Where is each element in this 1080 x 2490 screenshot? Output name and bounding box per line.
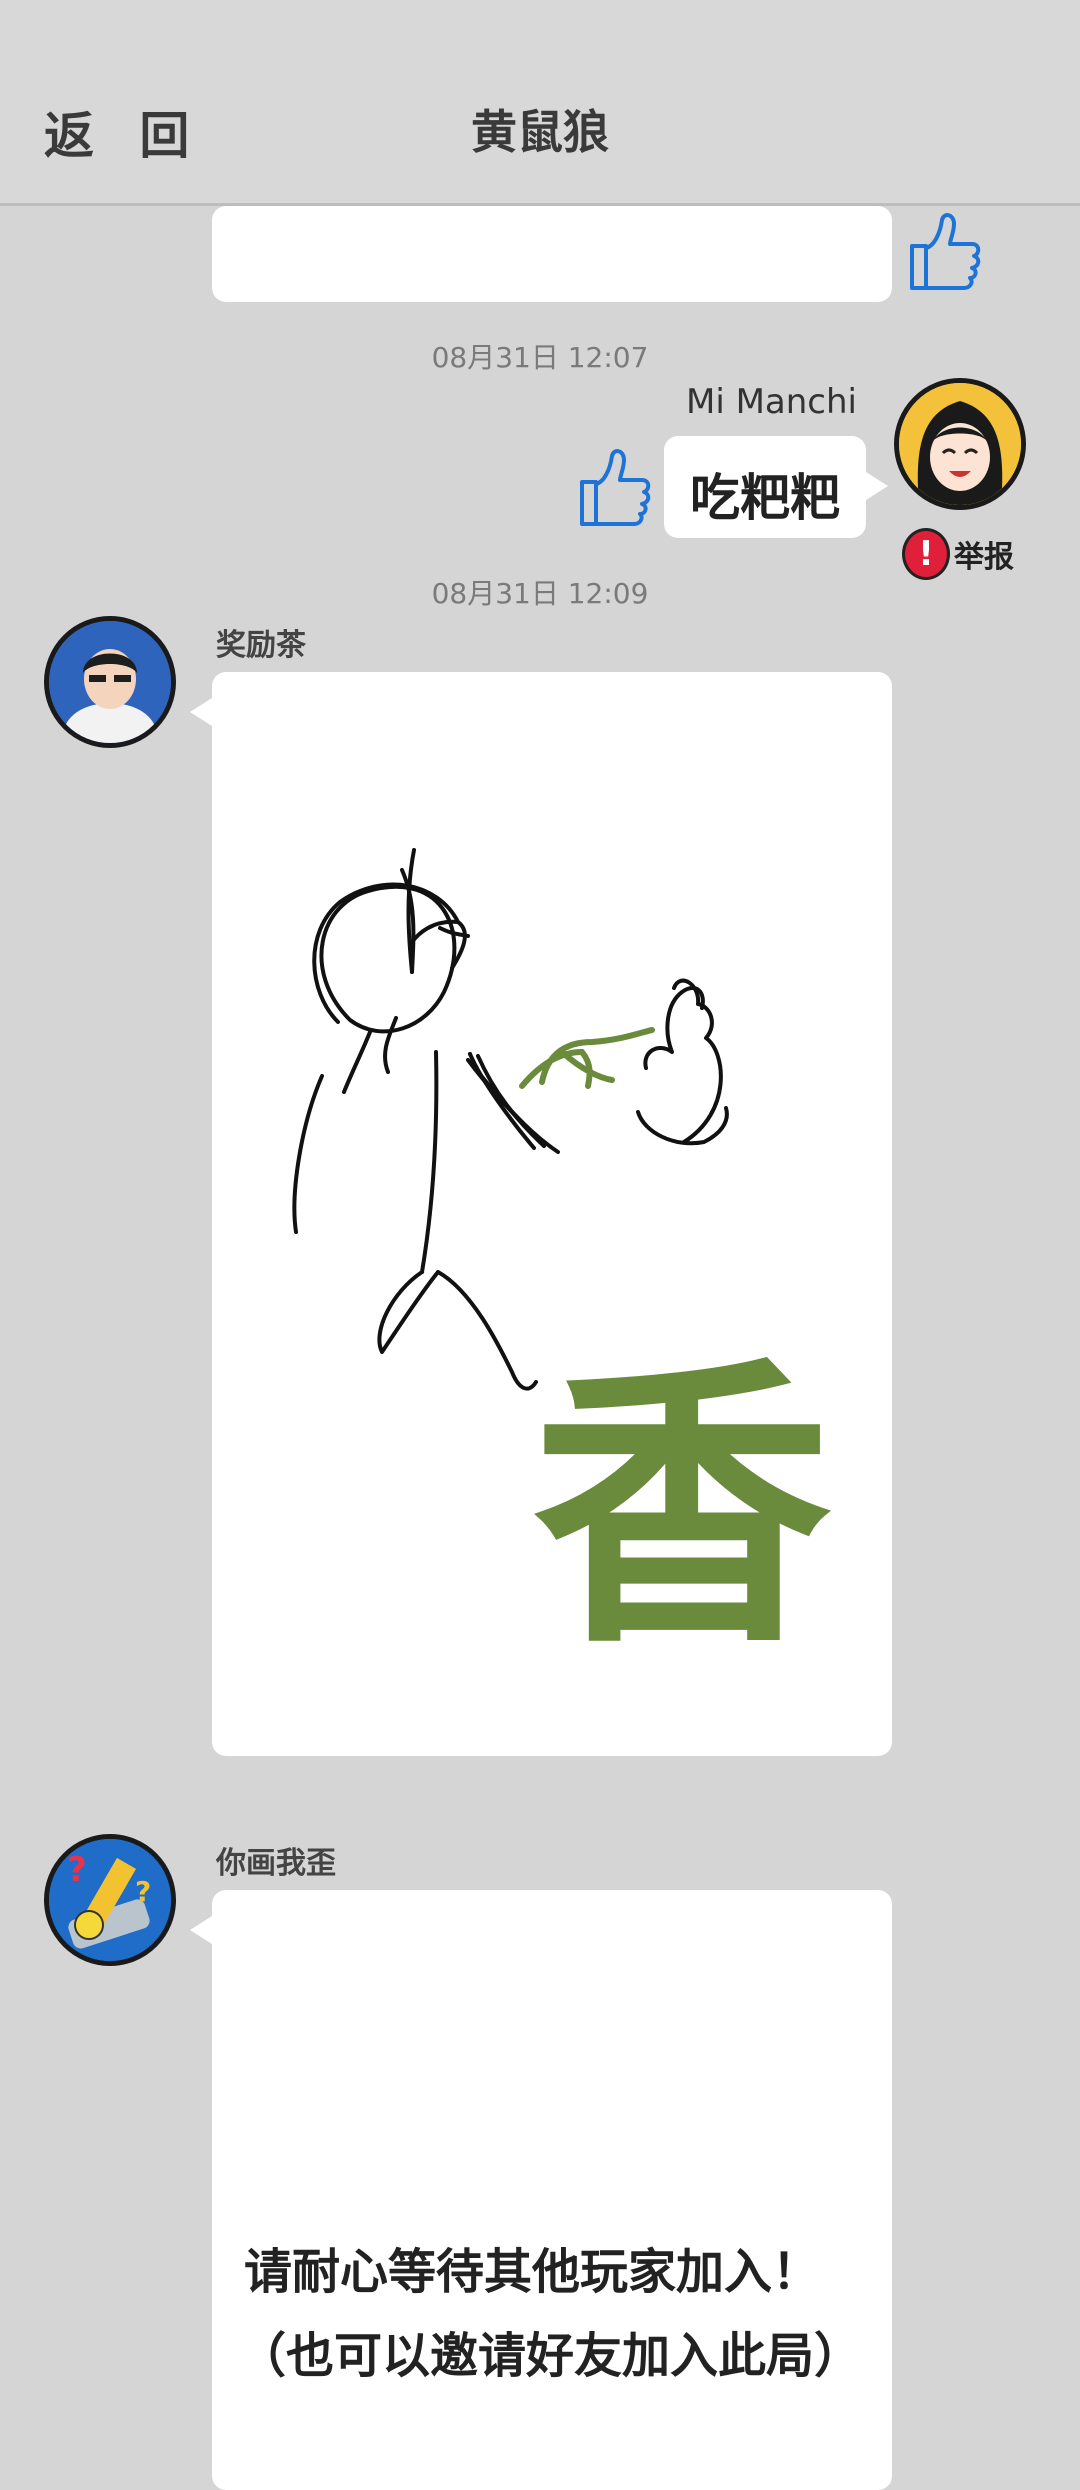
like-icon[interactable] [900,206,984,294]
sender-name: 奖励茶 [216,628,306,663]
sender-name: 你画我歪 [216,1846,336,1881]
previous-message-bubble [212,206,892,302]
page-title: 黄鼠狼 [471,105,609,159]
drawer-avatar[interactable] [44,616,176,748]
self-message-bubble: 吃粑粑 [664,436,866,538]
self-avatar[interactable] [894,378,1026,510]
game-bot-avatar[interactable]: ? ? [44,1834,176,1966]
avatar-face-icon [49,621,171,743]
bubble-tail [866,472,888,500]
message-text: 吃粑粑 [690,469,840,527]
message-timestamp: 08月31日 12:09 [431,577,649,610]
wait-message-line: （也可以邀请好友加入此局） [238,2328,863,2384]
message-timestamp: 08月31日 12:07 [431,341,649,374]
svg-text:?: ? [67,1850,87,1890]
bubble-tail [190,1916,212,1944]
like-icon[interactable] [570,442,654,530]
pencil-icon: ? ? [49,1839,171,1961]
bubble-tail [190,698,212,726]
sender-name: Mi Manchi [686,382,857,422]
svg-text:?: ? [135,1875,151,1908]
wait-message-line: 请耐心等待其他玩家加入！ [244,2244,821,2300]
drawing-text: 香 [532,1334,832,1683]
drawing-message-bubble[interactable]: 香 [212,672,892,1756]
drawing-canvas: 香 [292,848,832,1683]
report-label: 举报 [954,540,1014,575]
system-message-bubble [212,1890,892,2490]
top-bar: 返 回 黄鼠狼 [0,0,1080,206]
avatar-face-icon [899,383,1021,505]
